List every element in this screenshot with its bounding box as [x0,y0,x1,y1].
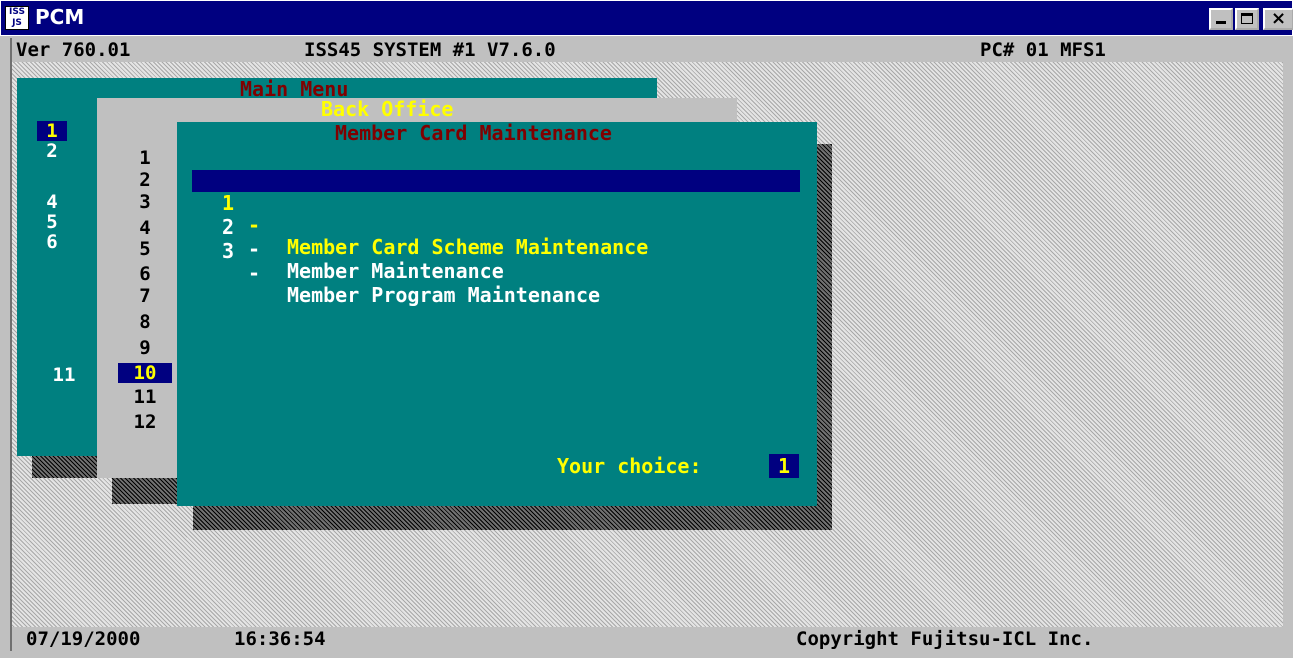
menu-item-number: 3 [222,239,235,263]
back-office-item-5[interactable]: 5 [130,239,160,259]
member-card-title: Member Card Maintenance [335,121,612,145]
main-menu-item-2[interactable]: 2 [37,141,67,161]
back-office-title: Back Office [321,97,454,121]
menu-item-member[interactable]: 2 - Member Maintenance [192,194,800,282]
app-icon[interactable]: ISS JS [5,6,29,30]
back-office-item-7[interactable]: 7 [130,286,160,306]
menu-item-dash: - [248,261,261,285]
version-label: Ver 760.01 [16,39,131,61]
close-icon: × [1271,8,1287,29]
main-menu-item-5[interactable]: 5 [37,212,67,232]
bottom-status-bar: 07/19/2000 16:36:54 Copyright Fujitsu-IC… [12,627,1283,651]
top-status-bar: Ver 760.01 ISS45 SYSTEM #1 V7.6.0 PC# 01… [12,38,1283,62]
menu-item-label: Member Program Maintenance [287,283,601,307]
main-menu-item-1[interactable]: 1 [37,121,67,141]
copyright-label: Copyright Fujitsu-ICL Inc. [796,628,1094,650]
back-office-item-8[interactable]: 8 [130,312,160,332]
back-office-item-11[interactable]: 11 [130,387,160,407]
date-label: 07/19/2000 [26,628,141,650]
main-menu-shadow [32,456,102,478]
choice-input[interactable]: 1 [769,454,799,478]
main-menu-item-4[interactable]: 4 [37,192,67,212]
member-card-panel: Member Card Maintenance 1 - Member Card … [177,122,817,506]
member-card-shadow-right [817,144,832,530]
back-office-item-2[interactable]: 2 [130,170,160,190]
main-menu-item-6[interactable]: 6 [37,232,67,252]
back-office-item-10[interactable]: 10 [118,363,172,383]
app-icon-text: ISS JS [9,7,25,28]
menu-item-member-card-scheme[interactable]: 1 - Member Card Scheme Maintenance [192,170,800,258]
back-office-item-1[interactable]: 1 [130,148,160,168]
minimize-icon [1216,21,1226,24]
close-button[interactable]: × [1263,8,1293,30]
pc-label: PC# 01 MFS1 [980,39,1106,61]
back-office-item-6[interactable]: 6 [130,264,160,284]
window-title: PCM [35,5,85,29]
minimize-button[interactable] [1209,8,1233,30]
main-menu-item-11[interactable]: 11 [49,365,79,385]
back-office-shadow [112,478,177,504]
system-label: ISS45 SYSTEM #1 V7.6.0 [304,39,556,61]
back-office-item-12[interactable]: 12 [130,412,160,432]
title-bar: ISS JS PCM × [0,0,1293,36]
terminal-screen: Ver 760.01 ISS45 SYSTEM #1 V7.6.0 PC# 01… [10,38,1283,651]
back-office-item-3[interactable]: 3 [130,192,160,212]
menu-item-label: Member Maintenance [287,259,504,283]
maximize-button[interactable] [1235,8,1259,30]
menu-item-member-program[interactable]: 3 - Member Program Maintenance [192,218,800,306]
back-office-item-4[interactable]: 4 [130,218,160,238]
back-office-item-9[interactable]: 9 [130,338,160,358]
member-card-shadow-bottom [193,506,832,530]
maximize-icon [1241,13,1253,24]
choice-label: Your choice: [557,454,702,478]
time-label: 16:36:54 [234,628,326,650]
